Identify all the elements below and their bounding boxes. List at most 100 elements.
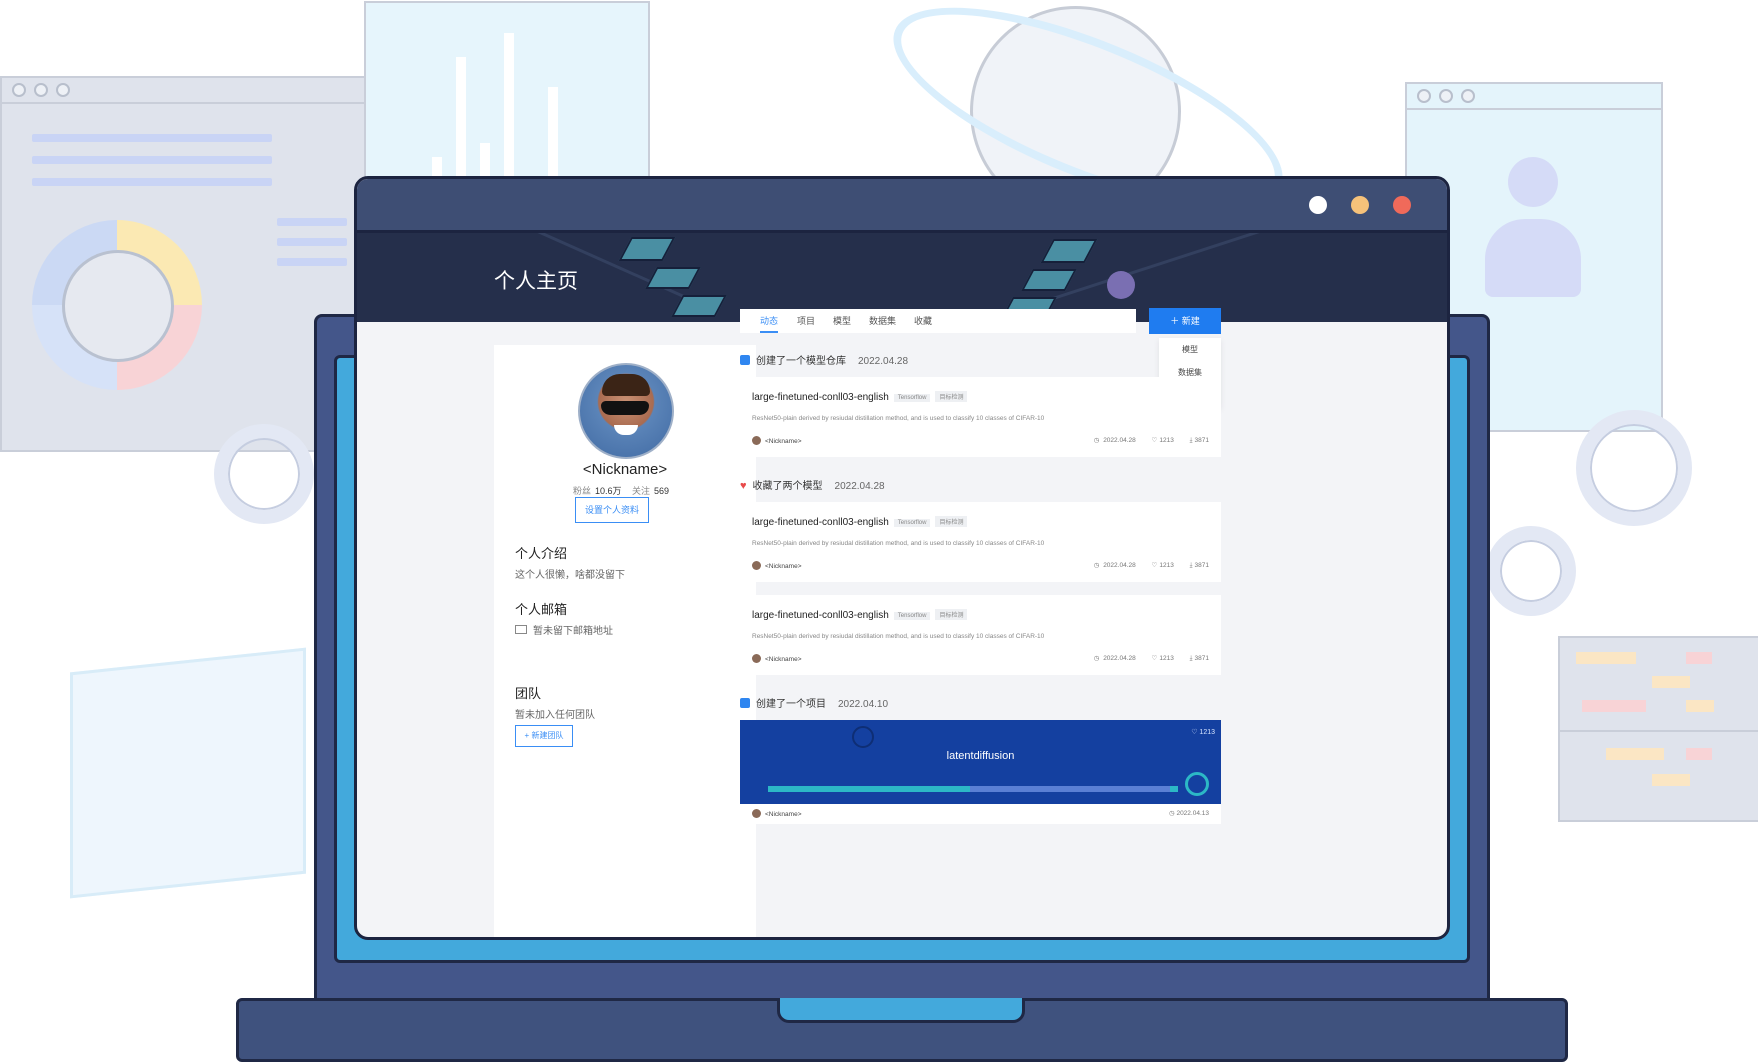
edit-profile-button[interactable]: 设置个人资料 — [575, 497, 649, 523]
intro-title: 个人介绍 — [515, 546, 568, 561]
app-window: 个人主页 <Nickname> 粉丝 10.6万 关注 569 设置个人资料 个人介… — [354, 176, 1450, 940]
project-card-footer: <Nickname> ◷ 2022.04.13 — [740, 804, 1221, 824]
tag: Tensorflow — [893, 612, 931, 620]
repo-icon — [740, 355, 750, 365]
download-icon: ⤓ — [1189, 562, 1193, 569]
decor-chart-window — [364, 1, 650, 185]
event-header: 创建了一个模型仓库 2022.04.28 — [740, 352, 908, 367]
decor-window-bar — [1407, 84, 1661, 110]
follow-value: 569 — [654, 486, 670, 496]
gear-icon — [214, 424, 314, 524]
avatar[interactable] — [578, 363, 674, 459]
card-downloads: 3871 — [1194, 437, 1209, 444]
project-likes-value: 1213 — [1199, 729, 1215, 736]
card-likes: 1213 — [1159, 437, 1174, 444]
author-name: <Nickname> — [765, 438, 802, 445]
card-title[interactable]: large-finetuned-conll03-english — [752, 610, 889, 621]
event-title: 创建了一个项目 — [756, 699, 826, 710]
clock-icon: ◷ — [1093, 562, 1100, 569]
card-author[interactable]: <Nickname> — [752, 561, 802, 570]
model-card[interactable]: large-finetuned-conll03-english Tensorflo… — [740, 595, 1221, 675]
tab-projects[interactable]: 项目 — [797, 309, 815, 333]
profile-card: <Nickname> 粉丝 10.6万 关注 569 设置个人资料 个人介绍 这个人… — [494, 345, 756, 937]
new-team-button[interactable]: + 新建团队 — [515, 725, 573, 747]
tag: 目标检测 — [935, 516, 968, 527]
banner-decor — [1040, 239, 1098, 263]
tab-favorites[interactable]: 收藏 — [914, 309, 932, 333]
project-title[interactable]: latentdiffusion — [740, 750, 1221, 762]
event-date: 2022.04.28 — [834, 481, 885, 492]
follow-label: 关注 — [632, 486, 651, 496]
model-card[interactable]: large-finetuned-conll03-english Tensorflo… — [740, 377, 1221, 457]
decor-globe-chart — [32, 220, 202, 390]
profile-nickname: <Nickname> — [582, 461, 668, 478]
banner-decor — [671, 295, 727, 317]
card-author[interactable]: <Nickname> — [752, 436, 802, 445]
gear-icon — [1576, 410, 1692, 526]
author-avatar — [752, 654, 761, 663]
card-downloads: 3871 — [1194, 562, 1209, 569]
decor-line — [277, 218, 347, 226]
project-date: 2022.04.13 — [1176, 810, 1209, 817]
team-title: 团队 — [515, 686, 542, 701]
cloud-icon — [1107, 271, 1135, 299]
model-card[interactable]: large-finetuned-conll03-english Tensorflo… — [740, 502, 1221, 582]
event-header: ♥ 收藏了两个模型 2022.04.28 — [740, 477, 885, 492]
profile-stats: 粉丝 10.6万 关注 569 — [494, 484, 756, 497]
project-date-row: ◷ 2022.04.13 — [1169, 809, 1209, 817]
intro-text: 这个人很懒，啥都没留下 — [515, 570, 625, 581]
window-titlebar — [357, 179, 1447, 233]
profile-tabs: 动态 项目 模型 数据集 收藏 — [740, 309, 1136, 333]
fans-value: 10.6万 — [594, 486, 622, 496]
card-author[interactable]: <Nickname> — [752, 654, 802, 663]
card-description: ResNet50-plain derived by resiudal disti… — [752, 540, 1045, 547]
window-dot-minimize[interactable] — [1309, 196, 1327, 214]
tab-models[interactable]: 模型 — [833, 309, 851, 333]
user-avatar-icon — [1480, 139, 1586, 319]
card-date: 2022.04.28 — [1103, 562, 1136, 569]
heart-icon: ♡ — [1151, 655, 1158, 662]
menu-item-model[interactable]: 模型 — [1159, 338, 1221, 361]
tag: 目标检测 — [935, 391, 968, 402]
heart-icon: ♡ — [1151, 562, 1158, 569]
clock-icon: ◷ — [1093, 437, 1100, 444]
card-meta: ◷ 2022.04.28 ♡ 1213 ⤓ 3871 — [1080, 561, 1209, 570]
event-date: 2022.04.28 — [858, 356, 909, 367]
card-author[interactable]: <Nickname> — [752, 809, 802, 818]
heart-icon: ♡ — [1151, 437, 1158, 444]
card-likes: 1213 — [1159, 655, 1174, 662]
clock-icon: ◷ — [1093, 655, 1100, 662]
decor-cube — [70, 647, 306, 899]
decor-dot — [1417, 89, 1431, 103]
card-title[interactable]: large-finetuned-conll03-english — [752, 392, 889, 403]
decor-dot — [34, 83, 48, 97]
globe-icon — [62, 250, 174, 362]
decor-line — [32, 134, 272, 142]
download-icon: ⤓ — [1189, 437, 1193, 444]
card-title[interactable]: large-finetuned-conll03-english — [752, 517, 889, 528]
email-title: 个人邮箱 — [515, 602, 568, 617]
cover-decor — [1185, 772, 1209, 796]
tab-datasets[interactable]: 数据集 — [869, 309, 896, 333]
event-title: 创建了一个模型仓库 — [756, 356, 846, 367]
author-avatar — [752, 809, 761, 818]
project-card-cover[interactable]: latentdiffusion ♡ 1213 — [740, 720, 1221, 804]
tag: 目标检测 — [935, 609, 968, 620]
decor-bar — [548, 87, 558, 183]
window-dot-maximize[interactable] — [1351, 196, 1369, 214]
email-text: 暂未留下邮箱地址 — [533, 626, 613, 637]
author-name: <Nickname> — [765, 563, 802, 570]
banner-decor — [645, 267, 701, 289]
decor-bar — [456, 57, 466, 183]
tag: Tensorflow — [893, 394, 931, 402]
decor-line — [32, 156, 272, 164]
window-dot-close[interactable] — [1393, 196, 1411, 214]
decor-dot — [56, 83, 70, 97]
tab-activity[interactable]: 动态 — [760, 309, 779, 333]
download-icon: ⤓ — [1189, 655, 1193, 662]
card-title-row: large-finetuned-conll03-english Tensorflo… — [752, 391, 968, 403]
new-button[interactable]: ＋ 新建 — [1149, 308, 1221, 334]
laptop-notch — [777, 998, 1025, 1023]
cover-decor — [970, 786, 1170, 792]
banner-decor — [618, 237, 676, 261]
